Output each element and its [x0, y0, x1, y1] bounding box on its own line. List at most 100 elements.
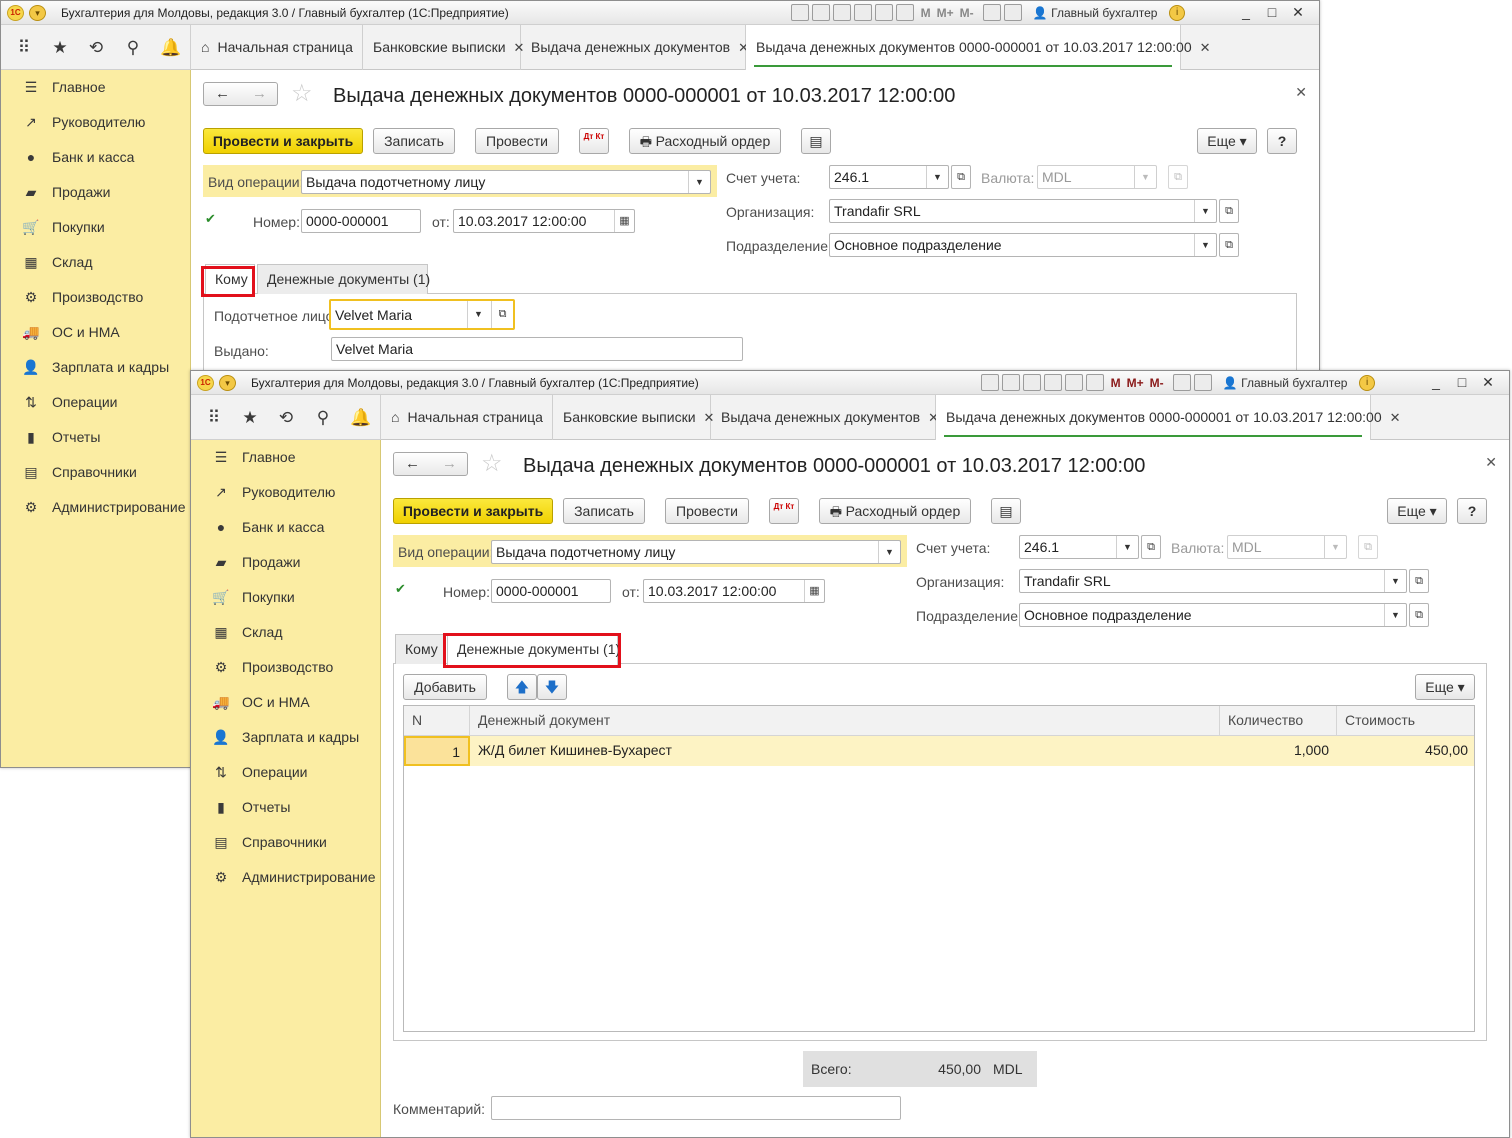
open-dept-icon[interactable]: ⧉	[1219, 233, 1239, 257]
table-more-button[interactable]: Еще ▾	[1415, 674, 1475, 700]
sidebar-item-operations[interactable]: ⇅ Операции	[1, 385, 190, 420]
forward-arrow-icon[interactable]: →	[241, 85, 278, 102]
close-tab-icon[interactable]: ✕	[1200, 40, 1211, 55]
person-select[interactable]: Velvet Maria ▼ ⧉	[329, 299, 515, 330]
post-and-close-button[interactable]: Провести и закрыть	[203, 128, 363, 154]
sidebar-item-warehouse[interactable]: ▦ Склад	[191, 615, 380, 650]
memory-button[interactable]: M	[1111, 376, 1121, 390]
chevron-down-icon[interactable]: ▼	[1384, 604, 1406, 626]
cash-order-button[interactable]: 🖶 Расходный ордер	[819, 498, 971, 524]
main-menu-icon[interactable]: ▾	[29, 5, 46, 21]
dt-kt-button[interactable]: Дт Кт	[769, 498, 799, 524]
chevron-down-icon[interactable]: ▼	[926, 166, 948, 188]
chevron-down-icon[interactable]: ▼	[688, 171, 710, 193]
user-name[interactable]: 👤 Главный бухгалтер	[1223, 376, 1348, 390]
sidebar-item-main[interactable]: ☰ Главное	[191, 440, 380, 475]
sidebar-item-catalogs[interactable]: ▤ Справочники	[1, 455, 190, 490]
sidebar-item-salary[interactable]: 👤 Зарплата и кадры	[1, 350, 190, 385]
chevron-down-icon[interactable]: ▼	[1194, 234, 1216, 256]
attach-icon[interactable]	[1044, 374, 1062, 392]
history-icon[interactable]: ⟲	[85, 37, 107, 59]
col-document[interactable]: Денежный документ	[470, 706, 1220, 736]
calc-icon[interactable]	[1065, 374, 1083, 392]
tab-to[interactable]: Кому	[395, 634, 445, 664]
preview-icon[interactable]	[833, 4, 851, 22]
back-arrow-icon[interactable]: ←	[204, 85, 241, 102]
zoom-icon[interactable]	[1173, 374, 1192, 392]
history-icon[interactable]: ⟲	[275, 407, 297, 429]
account-select[interactable]: 246.1 ▼	[829, 165, 949, 189]
user-name[interactable]: 👤 Главный бухгалтер	[1033, 6, 1158, 20]
account-select[interactable]: 246.1 ▼	[1019, 535, 1139, 559]
calc-icon[interactable]	[875, 4, 893, 22]
maximize-button[interactable]: □	[1259, 4, 1285, 20]
chevron-down-icon[interactable]: ▼	[1116, 536, 1138, 558]
memory-plus-button[interactable]: M+	[937, 6, 954, 20]
sidebar-item-warehouse[interactable]: ▦ Склад	[1, 245, 190, 280]
close-window-button[interactable]: ✕	[1285, 4, 1311, 21]
chevron-down-icon[interactable]: ▼	[467, 301, 489, 328]
star-icon[interactable]: ★	[49, 37, 71, 59]
sidebar-item-operations[interactable]: ⇅ Операции	[191, 755, 380, 790]
open-org-icon[interactable]: ⧉	[1409, 569, 1429, 593]
cell-cost[interactable]: 450,00	[1337, 736, 1474, 766]
sidebar-item-manager[interactable]: ↗ Руководителю	[1, 105, 190, 140]
main-menu-icon[interactable]: ▾	[219, 375, 236, 391]
minimize-button[interactable]: _	[1233, 4, 1259, 20]
dept-select[interactable]: Основное подразделение ▼	[829, 233, 1217, 257]
favorite-star-icon[interactable]: ☆	[481, 452, 503, 476]
number-field[interactable]: 0000-000001	[491, 579, 611, 603]
bell-icon[interactable]: 🔔	[350, 407, 372, 429]
tab-bank-statements[interactable]: Банковские выписки ✕	[363, 25, 524, 70]
forward-arrow-icon[interactable]: →	[431, 455, 468, 472]
sidebar-item-bank[interactable]: ● Банк и касса	[191, 510, 380, 545]
sidebar-item-manager[interactable]: ↗ Руководителю	[191, 475, 380, 510]
issued-field[interactable]: Velvet Maria	[331, 337, 743, 361]
open-account-icon[interactable]: ⧉	[1141, 535, 1161, 559]
sidebar-item-reports[interactable]: ▮ Отчеты	[1, 420, 190, 455]
grid-icon[interactable]: ⠿	[203, 407, 225, 429]
sidebar-item-purchases[interactable]: 🛒 Покупки	[191, 580, 380, 615]
open-account-icon[interactable]: ⧉	[951, 165, 971, 189]
tab-home[interactable]: ⌂ Начальная страница	[191, 25, 363, 70]
preview-icon[interactable]	[1023, 374, 1041, 392]
number-field[interactable]: 0000-000001	[301, 209, 421, 233]
cell-document[interactable]: Ж/Д билет Кишинев-Бухарест	[470, 736, 1220, 766]
close-form-icon[interactable]: ✕	[1485, 454, 1497, 471]
maximize-button[interactable]: □	[1449, 374, 1475, 390]
save-icon[interactable]	[791, 4, 809, 22]
table-row[interactable]: 1 Ж/Д билет Кишинев-Бухарест 1,000 450,0…	[404, 736, 1474, 766]
search-icon[interactable]: ⚲	[312, 407, 334, 429]
tab-cash-docs[interactable]: Выдача денежных документов ✕	[521, 25, 749, 70]
back-arrow-icon[interactable]: ←	[394, 455, 431, 472]
move-down-icon[interactable]: 🡇	[537, 674, 567, 700]
minimize-button[interactable]: _	[1423, 374, 1449, 390]
org-select[interactable]: Trandafir SRL ▼	[829, 199, 1217, 223]
info-icon[interactable]: i	[1359, 374, 1376, 391]
calendar-icon[interactable]: ▦	[804, 580, 824, 602]
memory-button[interactable]: M	[921, 6, 931, 20]
tab-money-docs[interactable]: Денежные документы (1)	[257, 264, 430, 294]
sidebar-item-bank[interactable]: ● Банк и касса	[1, 140, 190, 175]
more-button[interactable]: Еще ▾	[1197, 128, 1257, 154]
help-button[interactable]: ?	[1267, 128, 1297, 154]
post-button[interactable]: Провести	[475, 128, 559, 154]
more-button[interactable]: Еще ▾	[1387, 498, 1447, 524]
sidebar-item-assets[interactable]: 🚚 ОС и НМА	[191, 685, 380, 720]
print-icon[interactable]	[812, 4, 830, 22]
open-dept-icon[interactable]: ⧉	[1409, 603, 1429, 627]
chevron-down-icon[interactable]: ▼	[1194, 200, 1216, 222]
cell-n[interactable]: 1	[404, 736, 470, 766]
calendar-icon[interactable]	[1086, 374, 1104, 392]
tab-bank-statements[interactable]: Банковские выписки ✕	[553, 395, 714, 440]
sidebar-item-admin[interactable]: ⚙ Администрирование	[191, 860, 380, 895]
favorite-star-icon[interactable]: ☆	[291, 82, 313, 106]
dt-kt-button[interactable]: Дт Кт	[579, 128, 609, 154]
search-icon[interactable]: ⚲	[122, 37, 144, 59]
dept-select[interactable]: Основное подразделение ▼	[1019, 603, 1407, 627]
tab-active-document[interactable]: Выдача денежных документов 0000-000001 о…	[936, 395, 1401, 441]
report-button[interactable]: ▤	[801, 128, 831, 154]
save-button[interactable]: Записать	[563, 498, 645, 524]
print-icon[interactable]	[1002, 374, 1020, 392]
org-select[interactable]: Trandafir SRL ▼	[1019, 569, 1407, 593]
